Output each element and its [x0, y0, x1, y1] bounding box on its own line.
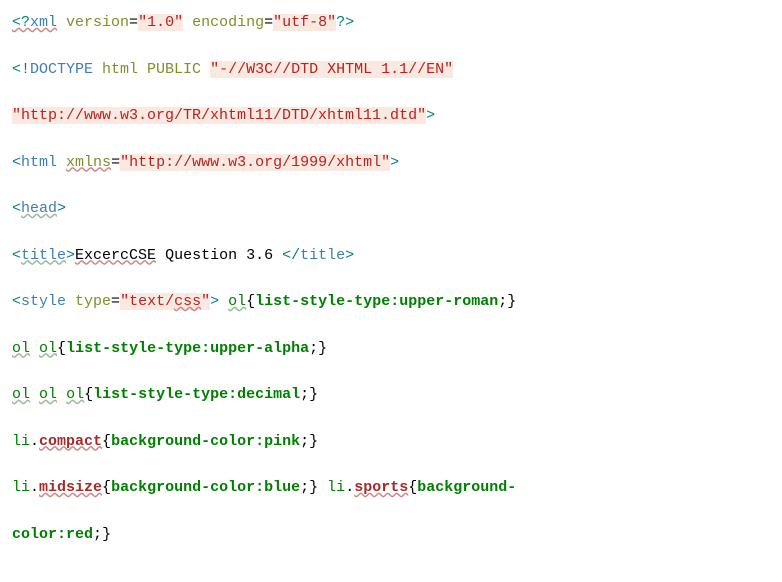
doctype-tag: DOCTYPE: [30, 61, 93, 78]
code-line-4: <html xmlns="http://www.w3.org/1999/xhtm…: [12, 152, 770, 175]
doctype-string-1: "-//W3C//DTD XHTML 1.1//EN": [210, 61, 453, 78]
code-line-7: <style type="text/css"> ol{list-style-ty…: [12, 291, 770, 314]
prop-list-style-type: list-style-type: [66, 340, 201, 357]
version-value: "1.0": [138, 14, 183, 31]
doctype-string-2: "http://www.w3.org/TR/xhtml11/DTD/xhtml1…: [12, 107, 426, 124]
code-line-1: <?xml version="1.0" encoding="utf-8"?>: [12, 12, 770, 35]
xmlns-value: "http://www.w3.org/1999/xhtml": [120, 154, 390, 171]
head-tag: head: [21, 200, 57, 217]
xml-tag: xml: [30, 14, 57, 31]
prop-background: background-: [417, 479, 516, 496]
code-line-9: ol ol ol{list-style-type:decimal;}: [12, 384, 770, 407]
selector-li: li: [12, 433, 30, 450]
xml-open-delim: <?: [12, 14, 30, 31]
code-line-11: li.midsize{background-color:blue;} li.sp…: [12, 477, 770, 500]
value-pink: pink: [264, 433, 300, 450]
title-text-rest: Question 3.6: [156, 247, 282, 264]
selector-li: li: [12, 479, 30, 496]
value-upper-roman: upper-roman: [399, 293, 498, 310]
prop-list-style-type: list-style-type: [93, 386, 228, 403]
class-compact: compact: [39, 433, 102, 450]
html-tag: html: [21, 154, 57, 171]
selector-ol: ol: [12, 340, 30, 357]
code-line-10: li.compact{background-color:pink;}: [12, 431, 770, 454]
code-line-3: "http://www.w3.org/TR/xhtml11/DTD/xhtml1…: [12, 105, 770, 128]
value-red: red: [66, 526, 93, 543]
code-line-2: <!DOCTYPE html PUBLIC "-//W3C//DTD XHTML…: [12, 59, 770, 82]
title-close-tag: title: [300, 247, 345, 264]
code-line-5: <head>: [12, 198, 770, 221]
version-attr: version: [57, 14, 129, 31]
code-line-6: <title>ExcercCSE Question 3.6 </title>: [12, 245, 770, 268]
prop-background-color: background-color: [111, 479, 255, 496]
encoding-attr: encoding: [183, 14, 264, 31]
value-blue: blue: [264, 479, 300, 496]
value-upper-alpha: upper-alpha: [210, 340, 309, 357]
value-decimal: decimal: [237, 386, 300, 403]
css-word: css: [174, 293, 201, 310]
selector-ol: ol: [66, 386, 84, 403]
class-midsize: midsize: [39, 479, 102, 496]
xml-close-delim: ?>: [336, 14, 354, 31]
code-line-12: color:red;}: [12, 524, 770, 547]
style-tag: style: [21, 293, 66, 310]
prop-background-color: background-color: [111, 433, 255, 450]
selector-ol: ol: [12, 386, 30, 403]
code-line-8: ol ol{list-style-type:upper-alpha;}: [12, 338, 770, 361]
xmlns-attr: xmlns: [66, 154, 111, 171]
selector-ol: ol: [39, 340, 57, 357]
prop-color-continued: color: [12, 526, 57, 543]
encoding-value: "utf-8": [273, 14, 336, 31]
selector-ol: ol: [228, 293, 246, 310]
title-text-word: ExcercCSE: [75, 247, 156, 264]
selector-ol: ol: [39, 386, 57, 403]
title-open-tag: title: [21, 247, 66, 264]
class-sports: sports: [354, 479, 408, 496]
selector-li: li: [327, 479, 345, 496]
prop-list-style-type: list-style-type: [255, 293, 390, 310]
